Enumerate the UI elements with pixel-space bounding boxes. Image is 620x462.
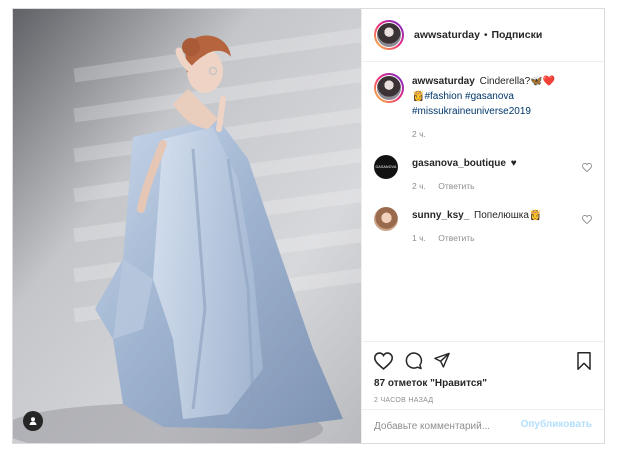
- comment-time: 2 ч.: [412, 181, 426, 191]
- author-avatar[interactable]: [374, 20, 404, 50]
- comment-text: Попелюшка👸: [474, 210, 542, 221]
- caption-text: Cinderella?🦋❤️: [479, 76, 556, 87]
- post-time-ago: 2 ЧАСОВ НАЗАД: [374, 397, 434, 404]
- following-button[interactable]: Подписки: [491, 29, 542, 41]
- comment-username[interactable]: gasanova_boutique: [412, 158, 506, 169]
- header-separator: •: [483, 29, 488, 41]
- reply-button[interactable]: Ответить: [438, 233, 474, 243]
- add-comment-bar: Опубликовать: [362, 409, 604, 442]
- comment-time: 1 ч.: [412, 233, 426, 243]
- post-header: awwsaturday • Подписки: [362, 9, 604, 62]
- comment-input[interactable]: [374, 418, 524, 434]
- post-photo[interactable]: [13, 9, 361, 443]
- likes-count[interactable]: 87 отметок "Нравится": [374, 378, 487, 389]
- like-comment-heart-icon[interactable]: [582, 159, 592, 177]
- post-side-panel: awwsaturday • Подписки awwsaturday Cinde…: [361, 9, 604, 443]
- publish-button[interactable]: Опубликовать: [521, 419, 592, 430]
- caption-avatar[interactable]: [374, 73, 404, 103]
- post-actions: 87 отметок "Нравится" 2 ЧАСОВ НАЗАД Опуб…: [362, 341, 604, 442]
- caption-time: 2 ч.: [412, 129, 426, 139]
- hashtag-link[interactable]: #gasanova: [465, 91, 514, 102]
- comment-username[interactable]: sunny_ksy_: [412, 210, 469, 221]
- caption-username[interactable]: awwsaturday: [412, 76, 475, 87]
- hashtag-link[interactable]: #fashion: [424, 91, 462, 102]
- author-username[interactable]: awwsaturday: [414, 29, 480, 41]
- hashtag-link[interactable]: #missukraineuniverse2019: [412, 106, 531, 117]
- comment-avatar[interactable]: GASANOVA: [374, 155, 398, 179]
- like-comment-heart-icon[interactable]: [582, 211, 592, 229]
- tagged-user-icon[interactable]: [23, 411, 43, 431]
- reply-button[interactable]: Ответить: [438, 181, 474, 191]
- heart-icon[interactable]: [373, 352, 394, 375]
- comment-avatar[interactable]: [374, 207, 398, 231]
- comment-text: ♥: [510, 158, 517, 169]
- post-card: awwsaturday • Подписки awwsaturday Cinde…: [12, 8, 605, 444]
- photo-illustration: [13, 9, 361, 443]
- share-icon[interactable]: [433, 352, 451, 374]
- comment-icon[interactable]: [404, 352, 423, 375]
- caption-emoji: 👸: [412, 91, 425, 102]
- bookmark-icon[interactable]: [576, 352, 592, 375]
